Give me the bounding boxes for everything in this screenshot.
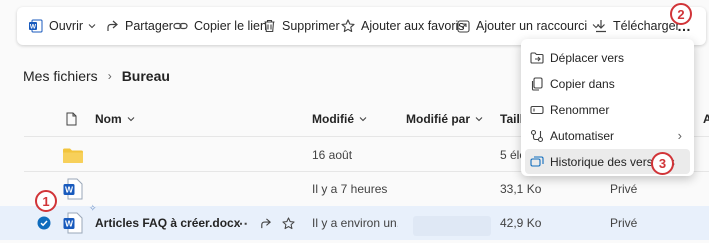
menu-item-automate[interactable]: Automatiser › bbox=[525, 123, 690, 148]
folder-icon bbox=[62, 138, 84, 172]
chevron-down-icon bbox=[127, 117, 135, 122]
word-icon: W bbox=[29, 19, 43, 33]
svg-text:W: W bbox=[65, 185, 74, 195]
redacted-modified-by bbox=[413, 216, 491, 236]
column-name-label: Nom bbox=[95, 112, 122, 126]
delete-label: Supprimer bbox=[282, 19, 340, 33]
menu-item-label: Renommer bbox=[550, 102, 610, 117]
menu-item-label: Copier dans bbox=[550, 76, 615, 91]
annotation-two: 2 bbox=[670, 3, 692, 25]
chevron-right-icon: › bbox=[107, 69, 112, 83]
checkmark-circle-icon bbox=[37, 216, 51, 230]
version-history-icon bbox=[530, 155, 544, 167]
column-modified[interactable]: Modifié bbox=[312, 104, 367, 134]
annotation-three: 3 bbox=[651, 152, 674, 175]
table-row[interactable]: W Il y a 7 heures 33,1 Ko Privé bbox=[0, 172, 709, 206]
share-label: Partager bbox=[125, 19, 173, 33]
move-icon bbox=[530, 51, 544, 64]
menu-item-copy[interactable]: Copier dans bbox=[525, 71, 690, 96]
add-favorites-label: Ajouter aux favoris bbox=[361, 19, 465, 33]
modified-value: 16 août bbox=[312, 148, 353, 162]
sharing-value: Privé bbox=[610, 216, 638, 230]
copy-link-label: Copier le lien bbox=[194, 19, 267, 33]
add-favorites-button[interactable]: Ajouter aux favoris bbox=[341, 7, 465, 45]
menu-item-label: Déplacer vers bbox=[550, 50, 625, 65]
shortcut-icon bbox=[457, 19, 470, 33]
copy-link-button[interactable]: Copier le lien bbox=[173, 7, 267, 45]
word-doc-icon: W bbox=[63, 172, 83, 206]
menu-item-rename[interactable]: Renommer bbox=[525, 97, 690, 122]
menu-item-label: Automatiser bbox=[550, 128, 615, 143]
add-shortcut-label: Ajouter un raccourci bbox=[476, 19, 588, 33]
column-name[interactable]: Nom bbox=[95, 104, 135, 134]
column-size[interactable]: Taill bbox=[500, 104, 523, 134]
share-button[interactable]: Partager bbox=[105, 7, 173, 45]
breadcrumb-root[interactable]: Mes fichiers bbox=[23, 68, 98, 84]
file-type-icon[interactable] bbox=[66, 104, 77, 134]
column-size-label: Taill bbox=[500, 112, 524, 126]
menu-item-move[interactable]: Déplacer vers bbox=[525, 45, 690, 70]
column-modified-by-label: Modifié par bbox=[406, 112, 471, 126]
row-more-icon[interactable]: ⋯ bbox=[234, 206, 248, 240]
svg-text:W: W bbox=[30, 24, 37, 31]
file-name[interactable]: Articles FAQ à créer.docx bbox=[95, 206, 240, 240]
download-label: Télécharger bbox=[613, 19, 680, 33]
rename-icon bbox=[530, 105, 544, 114]
chevron-right-icon: › bbox=[677, 128, 682, 143]
size-value: 42,9 Ko bbox=[500, 216, 542, 230]
word-doc-icon: W bbox=[63, 206, 83, 240]
svg-text:W: W bbox=[65, 219, 74, 229]
column-modified-label: Modifié bbox=[312, 112, 354, 126]
modified-value: Il y a environ un... bbox=[312, 216, 398, 230]
delete-button[interactable]: Supprimer bbox=[263, 7, 340, 45]
row-share-icon[interactable] bbox=[259, 206, 272, 240]
automate-icon bbox=[530, 129, 544, 142]
table-row-selected[interactable]: W ✧ Articles FAQ à créer.docx ⋯ Il y a e… bbox=[0, 203, 709, 240]
column-sharing[interactable]: A bbox=[703, 104, 709, 134]
size-value: 33,1 Ko bbox=[500, 182, 542, 196]
chevron-down-icon bbox=[88, 24, 96, 29]
modified-value: Il y a 7 heures bbox=[312, 182, 388, 196]
breadcrumb: Mes fichiers › Bureau bbox=[23, 66, 170, 86]
link-icon bbox=[173, 22, 188, 30]
open-label: Ouvrir bbox=[49, 19, 84, 33]
trash-icon bbox=[264, 19, 275, 33]
star-icon bbox=[341, 19, 355, 33]
copy-icon bbox=[531, 76, 543, 91]
breadcrumb-current: Bureau bbox=[121, 68, 170, 84]
chevron-down-icon bbox=[359, 117, 367, 122]
open-button[interactable]: W Ouvrir bbox=[29, 7, 96, 45]
column-modified-by[interactable]: Modifié par bbox=[406, 104, 483, 134]
share-icon bbox=[107, 20, 118, 31]
sharing-value: Privé bbox=[610, 182, 638, 196]
annotation-one: 1 bbox=[35, 190, 57, 212]
row-star-icon[interactable] bbox=[282, 206, 295, 240]
column-sharing-label: A bbox=[703, 112, 709, 126]
chevron-down-icon bbox=[475, 117, 483, 122]
download-icon bbox=[596, 20, 606, 33]
